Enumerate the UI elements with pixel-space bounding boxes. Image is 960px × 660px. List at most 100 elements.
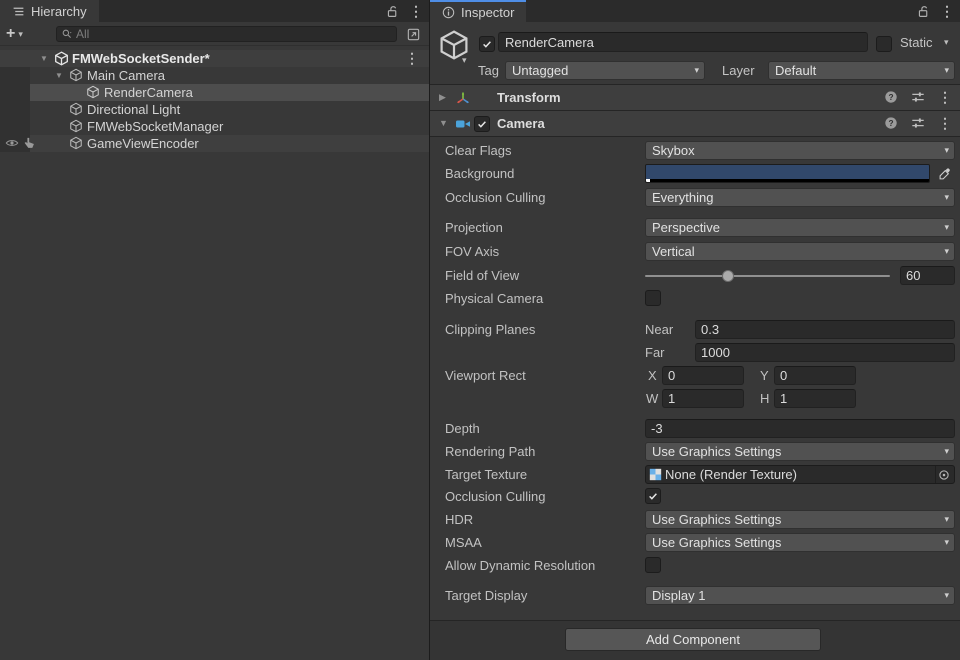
occlusion-culling-checkbox[interactable] — [645, 488, 661, 504]
object-picker-button[interactable] — [935, 466, 952, 483]
scene-name: FMWebSocketSender* — [72, 50, 210, 67]
physical-camera-checkbox[interactable] — [645, 290, 661, 306]
allow-dynamic-resolution-checkbox[interactable] — [645, 557, 661, 573]
field-row-background: Background — [430, 164, 960, 183]
near-label: Near — [645, 320, 673, 339]
camera-enabled-checkbox[interactable] — [474, 116, 490, 132]
tab-hierarchy[interactable]: Hierarchy — [0, 0, 99, 22]
scene-options-icon[interactable]: ⋮ — [405, 50, 419, 67]
tag-dropdown[interactable]: Untagged ▾ — [505, 61, 705, 80]
field-row-clear-flags: Clear Flags Skybox ▾ — [430, 141, 960, 160]
chevron-down-icon: ▾ — [694, 66, 699, 75]
active-checkbox[interactable] — [479, 36, 495, 52]
info-icon — [442, 6, 455, 19]
lock-open-icon — [917, 5, 930, 18]
add-component-button[interactable]: Add Component — [565, 628, 821, 651]
viewport-y-field[interactable] — [774, 366, 856, 385]
hdr-dropdown[interactable]: Use Graphics Settings ▾ — [645, 510, 955, 529]
visibility-eye-icon[interactable] — [5, 136, 20, 151]
layer-dropdown[interactable]: Default ▾ — [768, 61, 955, 80]
alpha-fill — [646, 179, 650, 182]
open-new-window-icon — [406, 27, 421, 42]
check-icon — [481, 38, 493, 50]
hierarchy-item-directional-light[interactable]: Directional Light — [0, 101, 429, 118]
hierarchy-item-scene[interactable]: ▼ FMWebSocketSender* ⋮ — [0, 50, 429, 67]
foldout-open-icon[interactable]: ▼ — [40, 50, 48, 67]
lock-button[interactable] — [917, 5, 930, 18]
eyedropper-button[interactable] — [935, 164, 955, 183]
component-menu-button[interactable]: ⋮ — [938, 90, 952, 104]
visibility-gutter[interactable] — [0, 84, 30, 101]
tag-label: Tag — [478, 61, 499, 80]
y-label: Y — [760, 366, 769, 385]
hierarchy-panel: Hierarchy ⋮ + ▾ — [0, 0, 429, 660]
depth-field[interactable] — [645, 419, 955, 438]
visibility-gutter[interactable] — [0, 101, 30, 118]
hierarchy-search[interactable] — [56, 26, 397, 42]
viewport-h-field[interactable] — [774, 389, 856, 408]
help-button[interactable]: ? — [884, 116, 898, 130]
help-button[interactable]: ? — [884, 90, 898, 104]
lock-button[interactable] — [386, 5, 399, 18]
chevron-down-icon: ▾ — [944, 193, 949, 202]
field-label: Rendering Path — [445, 442, 535, 461]
rendering-path-dropdown[interactable]: Use Graphics Settings ▾ — [645, 442, 955, 461]
presets-sliders-icon — [911, 90, 925, 104]
foldout-open-icon[interactable]: ▼ — [55, 67, 63, 84]
component-menu-button[interactable]: ⋮ — [938, 116, 952, 130]
tab-inspector[interactable]: Inspector — [430, 0, 526, 22]
visibility-gutter[interactable] — [0, 67, 30, 84]
search-icon — [61, 28, 73, 40]
foldout-open-icon[interactable]: ▼ — [439, 111, 448, 136]
projection-dropdown[interactable]: Perspective ▾ — [645, 218, 955, 237]
fov-axis-dropdown[interactable]: Vertical ▾ — [645, 242, 955, 261]
fov-slider-handle[interactable] — [722, 270, 734, 282]
viewport-w-field[interactable] — [662, 389, 744, 408]
fov-value-field[interactable] — [900, 266, 955, 285]
gameobject-name-field[interactable] — [498, 32, 868, 52]
hierarchy-item-fmwebsocketmanager[interactable]: FMWebSocketManager — [0, 118, 429, 135]
background-color-swatch[interactable] — [645, 164, 930, 183]
static-checkbox[interactable] — [876, 36, 892, 52]
camera-component-header[interactable]: ▼ Camera ? ⋮ — [430, 111, 960, 137]
clear-flags-dropdown[interactable]: Skybox ▾ — [645, 141, 955, 160]
w-label: W — [646, 389, 658, 408]
static-dropdown-caret[interactable]: ▾ — [944, 38, 949, 47]
layer-label: Layer — [722, 61, 755, 80]
panel-menu-button[interactable]: ⋮ — [940, 4, 954, 18]
picking-hand-icon[interactable] — [22, 136, 37, 151]
svg-text:?: ? — [888, 118, 893, 128]
field-row-hdr: HDR Use Graphics Settings ▾ — [430, 510, 960, 529]
field-label: Depth — [445, 419, 480, 438]
field-label: Allow Dynamic Resolution — [445, 556, 595, 575]
hierarchy-item-gameviewencoder[interactable]: GameViewEncoder — [0, 135, 429, 152]
transform-component-header[interactable]: ▶ Transform ? ⋮ — [430, 85, 960, 111]
visibility-gutter[interactable] — [0, 118, 30, 135]
viewport-x-field[interactable] — [662, 366, 744, 385]
msaa-dropdown[interactable]: Use Graphics Settings ▾ — [645, 533, 955, 552]
tab-inspector-label: Inspector — [461, 5, 514, 20]
culling-mask-dropdown[interactable]: Everything ▾ — [645, 188, 955, 207]
hierarchy-item-main-camera[interactable]: ▼ Main Camera — [0, 67, 429, 84]
foldout-closed-icon[interactable]: ▶ — [439, 85, 446, 110]
fov-slider[interactable] — [645, 275, 890, 277]
presets-button[interactable] — [911, 116, 925, 130]
field-label: Physical Camera — [445, 289, 543, 308]
hierarchy-item-rendercamera[interactable]: RenderCamera — [0, 84, 429, 101]
field-row-viewport-xy: Viewport Rect X Y — [430, 366, 960, 385]
kebab-icon: ⋮ — [938, 90, 952, 104]
create-object-button[interactable]: + ▾ — [6, 24, 23, 44]
field-row-target-display: Target Display Display 1 ▾ — [430, 586, 960, 605]
plus-icon: + — [6, 26, 15, 42]
far-field[interactable] — [695, 343, 955, 362]
field-row-clipping-far: Far — [430, 343, 960, 362]
presets-button[interactable] — [911, 90, 925, 104]
near-field[interactable] — [695, 320, 955, 339]
panel-menu-button[interactable]: ⋮ — [409, 4, 423, 18]
gameobject-icon-caret[interactable]: ▾ — [462, 56, 467, 65]
search-input[interactable] — [76, 27, 392, 41]
item-label: FMWebSocketManager — [87, 118, 223, 135]
target-display-dropdown[interactable]: Display 1 ▾ — [645, 586, 955, 605]
open-search-window-button[interactable] — [403, 25, 423, 43]
target-texture-object-field[interactable]: None (Render Texture) — [645, 465, 955, 484]
